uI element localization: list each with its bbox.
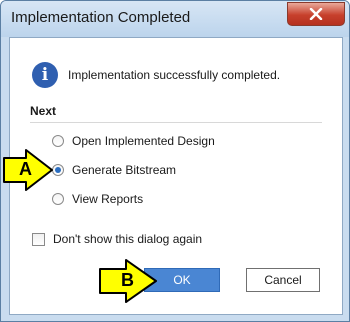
radio-option-open-implemented-design[interactable]: Open Implemented Design — [52, 134, 215, 148]
annotation-label-b: B — [121, 270, 134, 290]
radio-label: Generate Bitstream — [72, 163, 177, 177]
dont-show-label: Don't show this dialog again — [53, 232, 203, 246]
dont-show-checkbox[interactable] — [32, 232, 45, 246]
radio-option-generate-bitstream[interactable]: Generate Bitstream — [52, 163, 176, 177]
radio-label: View Reports — [72, 192, 144, 206]
radio-option-view-reports[interactable]: View Reports — [52, 192, 143, 206]
radio-button[interactable] — [52, 135, 64, 147]
radio-label: Open Implemented Design — [72, 134, 215, 148]
dont-show-option[interactable]: Don't show this dialog again — [32, 232, 202, 246]
info-icon: i — [32, 62, 58, 88]
cancel-button[interactable]: Cancel — [246, 268, 320, 292]
radio-button[interactable] — [52, 193, 64, 205]
section-label: Next — [30, 104, 57, 118]
close-button[interactable] — [287, 2, 345, 26]
title-bar[interactable]: Implementation Completed — [1, 1, 349, 37]
annotation-label-a: A — [19, 159, 32, 179]
close-icon — [309, 8, 323, 20]
dialog-title: Implementation Completed — [11, 9, 191, 26]
status-message: Implementation successfully completed. — [68, 68, 281, 82]
dialog-body: i Implementation successfully completed.… — [9, 37, 343, 315]
section-divider — [30, 122, 322, 123]
